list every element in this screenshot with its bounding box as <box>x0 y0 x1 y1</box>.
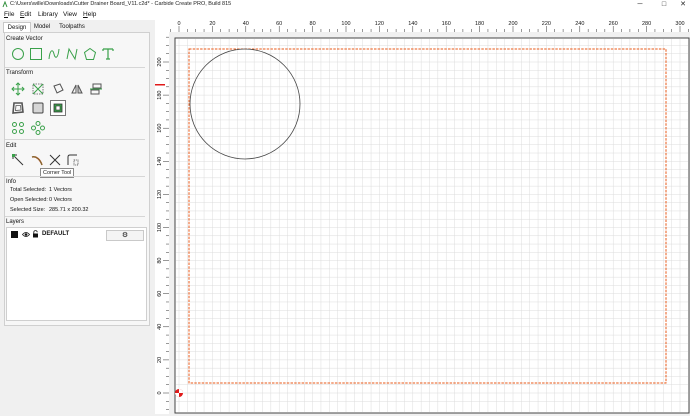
layer-row[interactable]: DEFAULT ⚙ <box>9 230 144 241</box>
ruler-x-label: 120 <box>375 21 384 27</box>
menu-file[interactable]: File <box>4 11 15 18</box>
menu-view-label: View <box>63 11 77 18</box>
edit-heading: Edit <box>6 143 17 149</box>
title-bar: C:\Users\wille\Downloads\Cutter Drainer … <box>0 0 690 10</box>
ruler-x-label: 200 <box>508 21 517 27</box>
left-ruler <box>155 18 169 414</box>
layer-name: DEFAULT <box>42 231 70 237</box>
menu-edit-label: dit <box>24 11 32 18</box>
ruler-x-label: 300 <box>675 21 684 27</box>
origin-marker <box>175 389 183 397</box>
ruler-x-label: 80 <box>310 21 316 27</box>
array-icon[interactable] <box>11 121 25 135</box>
move-icon[interactable] <box>11 82 25 96</box>
ruler-x-label: 220 <box>542 21 551 27</box>
ruler-x-label: 180 <box>475 21 484 27</box>
circle-tool-icon[interactable] <box>11 47 25 61</box>
circular-array-icon[interactable] <box>31 121 45 135</box>
ruler-y-label: 140 <box>157 157 163 166</box>
section-divider <box>5 139 145 140</box>
ruler-y-label: 40 <box>157 324 163 330</box>
mode-tabs: Design Model Toolpaths <box>0 21 150 33</box>
ruler-y-label: 200 <box>157 57 163 66</box>
layer-color-swatch[interactable] <box>11 231 18 238</box>
info-value: 0 Vectors <box>49 197 72 203</box>
tab-model[interactable]: Model <box>30 22 54 32</box>
menu-view[interactable]: View <box>63 11 77 18</box>
trim-icon[interactable] <box>30 153 44 167</box>
minimize-button[interactable]: ─ <box>633 0 647 10</box>
app-logo-icon <box>2 1 8 8</box>
scale-icon[interactable] <box>31 82 45 96</box>
maximize-button[interactable]: □ <box>657 0 671 10</box>
work-area[interactable] <box>174 37 690 414</box>
ruler-x-label: 60 <box>276 21 282 27</box>
ruler-y-label: 120 <box>157 190 163 199</box>
ruler-x-label: 280 <box>642 21 651 27</box>
gear-icon[interactable]: ⚙ <box>106 230 144 241</box>
info-label: Open Selected: <box>10 197 48 203</box>
section-divider <box>5 176 145 177</box>
menu-library-label: Library <box>38 11 58 18</box>
tab-toolpaths[interactable]: Toolpaths <box>56 22 88 32</box>
ruler-x-label: 160 <box>442 21 451 27</box>
mirror-icon[interactable] <box>70 82 84 96</box>
info-selected-size: Selected Size: 285.71 x 200.32 <box>10 207 88 213</box>
polygon-tool-icon[interactable] <box>83 47 97 61</box>
ruler-y-label: 60 <box>157 291 163 297</box>
ruler-x-label: 100 <box>341 21 350 27</box>
join-icon[interactable] <box>50 100 66 116</box>
ruler-x-label: 260 <box>609 21 618 27</box>
ruler-x-label: 0 <box>177 21 180 27</box>
info-label: Selected Size: <box>10 207 46 213</box>
text-tool-icon[interactable] <box>101 47 115 61</box>
ruler-x-label: 140 <box>408 21 417 27</box>
info-value: 1 Vectors <box>49 187 72 193</box>
design-canvas-area[interactable]: 0 20 40 60 80 100 120 140 160 180 200 220 240 260 280 3… <box>155 18 690 414</box>
design-canvas[interactable]: 0 20 40 60 80 100 120 140 160 180 200 220 240 260 280 3… <box>155 18 690 414</box>
transform-heading: Transform <box>6 70 34 76</box>
ruler-cursor-marker <box>155 84 165 86</box>
ruler-y-label: 160 <box>157 124 163 133</box>
info-label: Total Selected: <box>10 187 47 193</box>
boolean-icon[interactable] <box>31 101 45 115</box>
layers-list: DEFAULT ⚙ <box>6 227 147 321</box>
section-divider <box>5 67 145 68</box>
cut-icon[interactable] <box>48 153 62 167</box>
corner-tool-icon[interactable] <box>65 153 79 167</box>
ruler-x-label: 40 <box>243 21 249 27</box>
info-open-selected: Open Selected: 0 Vectors <box>10 197 72 203</box>
close-button[interactable]: ✕ <box>676 0 690 10</box>
menu-help[interactable]: Help <box>83 11 96 18</box>
info-value: 285.71 x 200.32 <box>49 207 89 213</box>
rotate-icon[interactable] <box>51 82 65 96</box>
ruler-x-label: 240 <box>575 21 584 27</box>
menu-help-label: elp <box>87 11 97 18</box>
polyline-tool-icon[interactable] <box>65 47 79 61</box>
menu-file-label: ile <box>7 11 15 18</box>
offset-icon[interactable] <box>11 101 25 115</box>
layers-heading: Layers <box>6 219 25 225</box>
rectangle-tool-icon[interactable] <box>29 47 43 61</box>
ruler-y-label: 100 <box>157 223 163 232</box>
window-title: C:\Users\wille\Downloads\Cutter Drainer … <box>10 1 232 7</box>
eye-icon[interactable] <box>22 231 30 238</box>
info-heading: Info <box>6 179 17 185</box>
menu-library[interactable]: Library <box>38 11 58 18</box>
align-icon[interactable] <box>89 82 103 96</box>
ruler-x-label: 20 <box>209 21 215 27</box>
ruler-y-label: 20 <box>157 357 163 363</box>
ruler-y-label: 80 <box>157 258 163 264</box>
curve-tool-icon[interactable] <box>47 47 61 61</box>
menu-edit[interactable]: Edit <box>20 11 31 18</box>
create-vector-heading: Create Vector <box>6 36 43 42</box>
lock-icon[interactable] <box>32 230 39 238</box>
node-edit-icon[interactable] <box>11 153 25 167</box>
ruler-y-label: 0 <box>157 391 163 394</box>
section-divider <box>5 216 145 217</box>
info-total-selected: Total Selected: 1 Vectors <box>10 187 72 193</box>
ruler-y-label: 180 <box>157 91 163 100</box>
